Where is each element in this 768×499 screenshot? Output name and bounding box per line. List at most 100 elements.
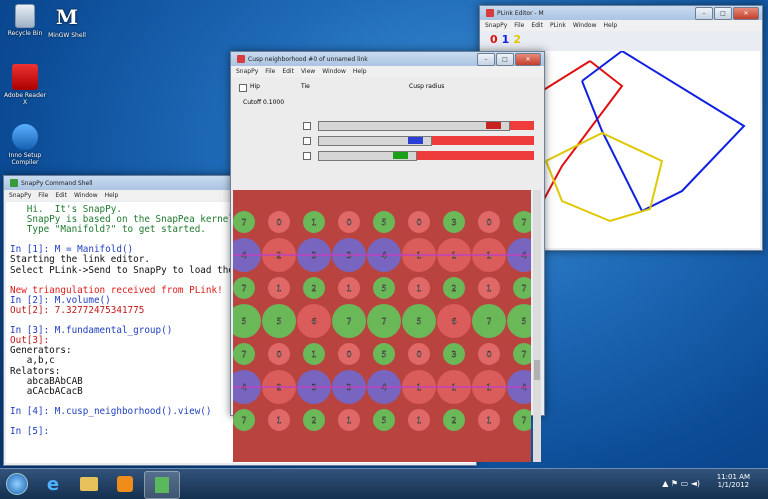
slider-knob[interactable] bbox=[408, 137, 423, 144]
vertex-label: 7 bbox=[521, 350, 526, 359]
component-labels: 0 1 2 bbox=[490, 33, 521, 46]
ie-icon[interactable]: e bbox=[36, 471, 70, 497]
menu-snappy[interactable]: SnapPy bbox=[485, 22, 507, 29]
vertex-label: 0 bbox=[276, 218, 281, 227]
cusp-titlebar[interactable]: Cusp neighborhood #0 of unnamed link – □… bbox=[231, 52, 544, 66]
explorer-icon[interactable] bbox=[72, 471, 106, 497]
mingw-shell-label: MinGW Shell bbox=[48, 32, 86, 39]
vertex-label: 5 bbox=[276, 317, 281, 326]
vertex-label: 7 bbox=[486, 317, 491, 326]
vertex-label: 0 bbox=[486, 218, 491, 227]
vertex-label: 5 bbox=[381, 350, 386, 359]
clock-date: 1/1/2012 bbox=[717, 481, 750, 489]
cusp-tiling-view[interactable]: 7010503074233411147121512175567756757010… bbox=[233, 190, 531, 462]
clock-time: 11:01 AM bbox=[716, 473, 750, 481]
plink-menubar: SnapPy File Edit PLink Window Help bbox=[480, 20, 762, 31]
slider-knob[interactable] bbox=[393, 152, 408, 159]
cusp-disk bbox=[507, 304, 531, 338]
shell-title: SnapPy Command Shell bbox=[21, 179, 93, 187]
menu-file[interactable]: File bbox=[265, 68, 275, 75]
vertex-label: 1 bbox=[276, 416, 281, 425]
vertex-label: 7 bbox=[241, 218, 246, 227]
vertex-label: 7 bbox=[346, 317, 351, 326]
adobe-reader-icon[interactable]: Adobe Reader X bbox=[2, 64, 48, 106]
mingw-shell-icon[interactable]: M MinGW Shell bbox=[44, 4, 90, 39]
vertex-label: 2 bbox=[451, 284, 456, 293]
menu-view[interactable]: View bbox=[301, 68, 315, 75]
tie-label: Tie bbox=[301, 83, 310, 90]
snappy-task-icon[interactable] bbox=[144, 471, 180, 499]
cusp-controls: Hip Tie Cusp radius Cutoff 0.1000 bbox=[231, 77, 543, 190]
vertex-label: 0 bbox=[346, 350, 351, 359]
menu-window[interactable]: Window bbox=[573, 22, 597, 29]
menu-help[interactable]: Help bbox=[353, 68, 367, 75]
close-button[interactable]: ✕ bbox=[733, 7, 759, 20]
inno-setup-icon[interactable]: Inno Setup Compiler bbox=[2, 124, 48, 166]
maximize-button[interactable]: □ bbox=[496, 53, 514, 66]
cusp-title: Cusp neighborhood #0 of unnamed link bbox=[248, 55, 368, 63]
menu-file[interactable]: File bbox=[514, 22, 524, 29]
vertex-label: 2 bbox=[311, 416, 316, 425]
start-button[interactable] bbox=[4, 471, 30, 497]
cusp-app-icon bbox=[237, 55, 245, 63]
plink-titlebar[interactable]: PLink Editor - M – □ ✕ bbox=[480, 6, 762, 20]
component-1[interactable]: 1 bbox=[502, 33, 510, 46]
vertex-label: 5 bbox=[416, 317, 421, 326]
tray-icons[interactable]: ▲ ⚑ ▭ ◄) bbox=[662, 479, 700, 488]
vertex-label: 5 bbox=[381, 218, 386, 227]
vertex-label: 1 bbox=[346, 284, 351, 293]
maximize-button[interactable]: □ bbox=[714, 7, 732, 20]
cusp-tiling: 7010503074233411147121512175567756757010… bbox=[233, 211, 531, 431]
tie-checkbox[interactable] bbox=[303, 137, 311, 145]
adobe-reader-label: Adobe Reader X bbox=[3, 92, 47, 106]
menu-snappy[interactable]: SnapPy bbox=[236, 68, 258, 75]
vertex-label: 0 bbox=[276, 350, 281, 359]
vertex-label: 3 bbox=[451, 218, 456, 227]
snappy-app-icon bbox=[10, 179, 18, 187]
cusp-radius-slider[interactable] bbox=[318, 121, 510, 131]
inno-setup-label: Inno Setup Compiler bbox=[8, 152, 42, 166]
vertex-label: 1 bbox=[276, 284, 281, 293]
minimize-button[interactable]: – bbox=[477, 53, 495, 66]
menu-edit[interactable]: Edit bbox=[282, 68, 294, 75]
menu-help[interactable]: Help bbox=[105, 192, 119, 199]
component-2[interactable]: 2 bbox=[513, 33, 521, 46]
menu-snappy[interactable]: SnapPy bbox=[9, 192, 31, 199]
slider-knob[interactable] bbox=[486, 122, 501, 129]
cusp-window[interactable]: Cusp neighborhood #0 of unnamed link – □… bbox=[230, 51, 545, 462]
vertex-label: 0 bbox=[416, 350, 421, 359]
recycle-bin-icon[interactable]: Recycle Bin bbox=[2, 4, 48, 37]
slider-limit-region bbox=[432, 136, 534, 145]
vertex-label: 2 bbox=[311, 284, 316, 293]
close-button[interactable]: ✕ bbox=[515, 53, 541, 66]
menu-help[interactable]: Help bbox=[604, 22, 618, 29]
vertex-label: 3 bbox=[451, 350, 456, 359]
menu-window[interactable]: Window bbox=[322, 68, 346, 75]
vertex-label: 1 bbox=[346, 416, 351, 425]
vertex-label: 7 bbox=[521, 284, 526, 293]
vertex-label: 1 bbox=[416, 284, 421, 293]
menu-window[interactable]: Window bbox=[74, 192, 98, 199]
cusp-disk bbox=[233, 304, 261, 338]
menu-file[interactable]: File bbox=[38, 192, 48, 199]
menu-edit[interactable]: Edit bbox=[55, 192, 67, 199]
vertex-label: 1 bbox=[311, 350, 316, 359]
link-component-yellow[interactable] bbox=[545, 131, 664, 223]
vertex-label: 0 bbox=[416, 218, 421, 227]
vertex-label: 7 bbox=[521, 218, 526, 227]
vertex-label: 7 bbox=[241, 350, 246, 359]
cusp-menubar: SnapPy File Edit View Window Help bbox=[231, 66, 544, 77]
minimize-button[interactable]: – bbox=[695, 7, 713, 20]
vertex-label: 6 bbox=[451, 317, 456, 326]
clock[interactable]: 11:01 AM 1/1/2012 bbox=[717, 473, 750, 489]
scrollbar[interactable] bbox=[533, 190, 541, 462]
media-player-icon[interactable] bbox=[108, 471, 142, 497]
component-0[interactable]: 0 bbox=[490, 33, 498, 46]
hip-checkbox[interactable] bbox=[239, 84, 247, 92]
tie-checkbox[interactable] bbox=[303, 122, 311, 130]
menu-plink[interactable]: PLink bbox=[550, 22, 566, 29]
vertex-label: 5 bbox=[381, 416, 386, 425]
tie-checkbox[interactable] bbox=[303, 152, 311, 160]
slider-limit-region bbox=[510, 121, 534, 130]
menu-edit[interactable]: Edit bbox=[531, 22, 543, 29]
